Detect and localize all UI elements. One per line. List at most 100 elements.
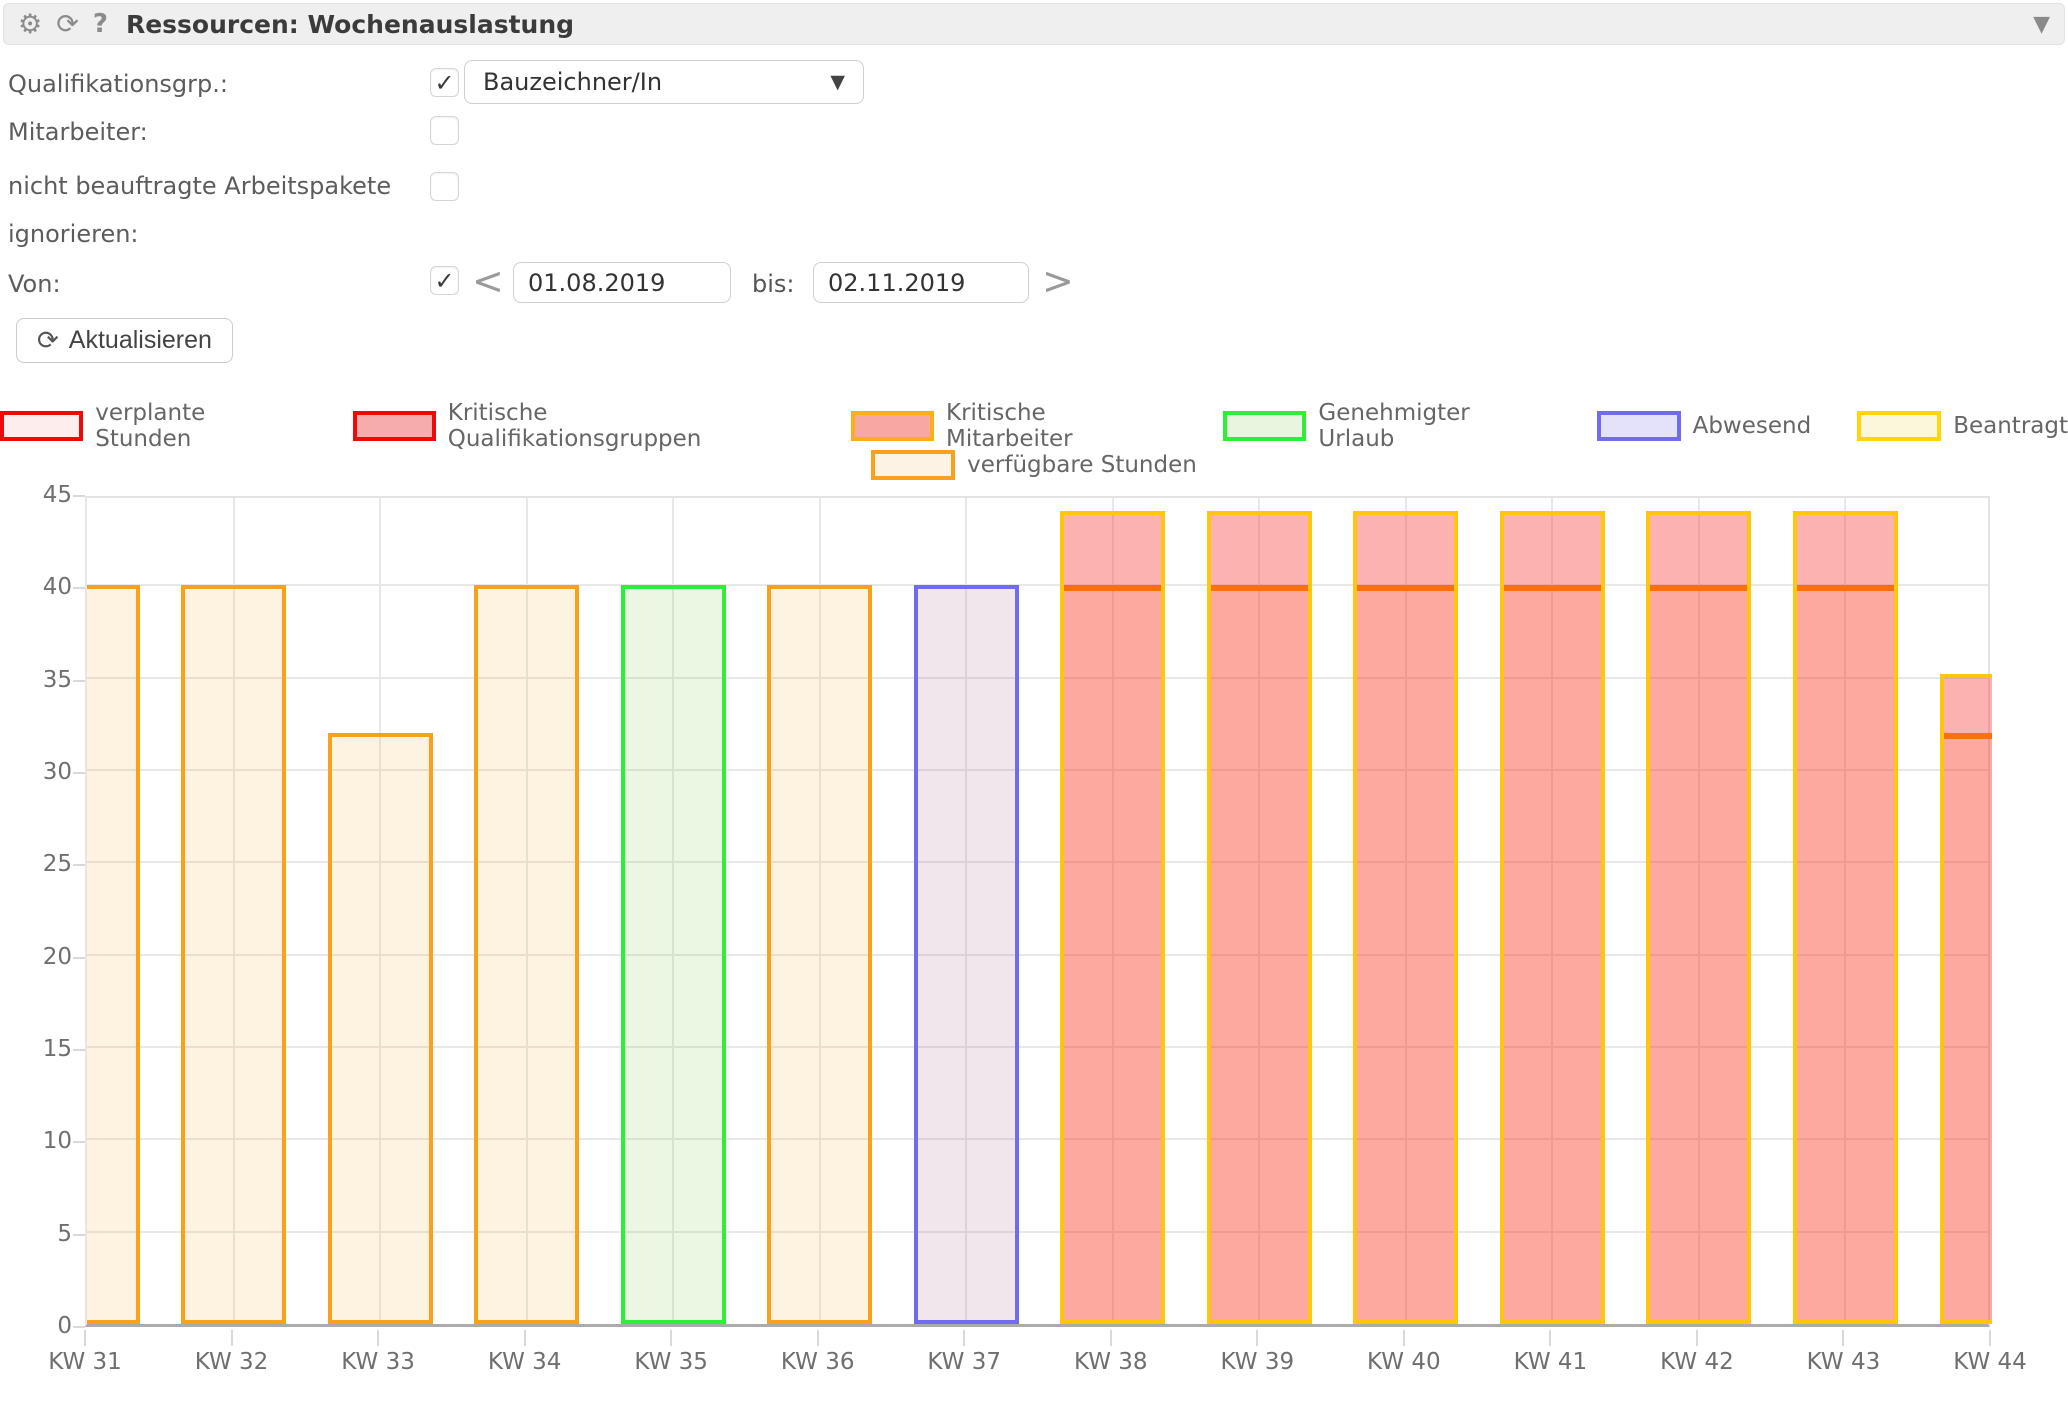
y-axis-tick-label: 25	[2, 851, 72, 877]
to-date-value: 02.11.2019	[828, 269, 965, 297]
legend-item: Genehmigter Urlaub	[1223, 400, 1550, 452]
bar-segment-overbooked	[1357, 515, 1454, 585]
x-axis-tick	[1403, 1330, 1405, 1346]
x-axis-tick	[1989, 1330, 1991, 1346]
packages-label-line1: nicht beauftragte Arbeitspakete	[8, 172, 391, 200]
bar-segment-overbooked	[1504, 515, 1601, 585]
weekly-utilization-chart: 051015202530354045KW 31KW 32KW 33KW 34KW…	[0, 496, 2068, 1402]
x-axis-tick	[1256, 1330, 1258, 1346]
bar-kw44	[1940, 674, 1993, 1324]
legend-item: Abwesend	[1597, 400, 1812, 452]
bar-kw40	[1353, 511, 1458, 1324]
legend-label: verfügbare Stunden	[967, 452, 1197, 478]
y-axis-tick	[73, 495, 85, 497]
daterange-checkbox[interactable]: ✓	[430, 266, 459, 295]
gear-icon[interactable]: ⚙	[18, 11, 42, 38]
x-axis-tick	[963, 1330, 965, 1346]
bar-segment-available	[1944, 733, 1993, 1320]
bar-kw38	[1060, 511, 1165, 1324]
to-date-input[interactable]: 02.11.2019	[813, 262, 1029, 303]
legend-item: Beantragt	[1857, 400, 2068, 452]
x-axis-tick	[1110, 1330, 1112, 1346]
bar-segment-available	[1211, 585, 1308, 1320]
from-label: Von:	[8, 270, 61, 298]
bar-segment-available	[1357, 585, 1454, 1320]
bar-kw41	[1500, 511, 1605, 1324]
legend-label: Genehmigter Urlaub	[1318, 400, 1550, 452]
y-axis-tick	[73, 864, 85, 866]
chevron-right-icon[interactable]: >	[1042, 262, 1074, 300]
x-axis-tick	[817, 1330, 819, 1346]
select-caret-icon: ▼	[830, 71, 845, 93]
legend-label: Beantragt	[1953, 413, 2068, 439]
y-axis-tick	[73, 1326, 85, 1328]
x-axis-tick-label: KW 34	[452, 1349, 598, 1375]
bar-kw34	[474, 585, 579, 1324]
from-date-input[interactable]: 01.08.2019	[513, 262, 731, 303]
bar-segment-available	[1650, 585, 1747, 1320]
x-axis-tick-label: KW 40	[1331, 1349, 1477, 1375]
legend-item: verplante Stunden	[0, 400, 307, 452]
legend-label: Kritische Mitarbeiter	[946, 400, 1177, 452]
x-axis-tick	[377, 1330, 379, 1346]
legend-label: Abwesend	[1693, 413, 1812, 439]
packages-checkbox[interactable]	[430, 172, 459, 201]
chevron-left-icon[interactable]: <	[472, 262, 504, 300]
y-axis-tick	[73, 957, 85, 959]
y-axis-tick-label: 15	[2, 1036, 72, 1062]
bar-segment-available	[1504, 585, 1601, 1320]
refresh-icon[interactable]: ⟳	[56, 11, 79, 38]
x-axis-tick	[231, 1330, 233, 1346]
x-axis-tick-label: KW 36	[745, 1349, 891, 1375]
legend-swatch	[0, 411, 83, 441]
x-axis-tick-label: KW 42	[1624, 1349, 1770, 1375]
qualification-checkbox[interactable]: ✓	[430, 68, 459, 97]
x-axis-tick-label: KW 37	[891, 1349, 1037, 1375]
x-axis-tick-label: KW 32	[159, 1349, 305, 1375]
refresh-button-label: Aktualisieren	[69, 326, 212, 355]
bar-kw36	[767, 585, 872, 1324]
x-axis-tick	[670, 1330, 672, 1346]
x-axis-tick	[1842, 1330, 1844, 1346]
from-date-value: 01.08.2019	[528, 269, 665, 297]
y-axis-tick-label: 30	[2, 759, 72, 785]
bar-segment-overbooked	[1944, 678, 1993, 733]
x-axis-tick-label: KW 39	[1184, 1349, 1330, 1375]
x-axis-tick	[84, 1330, 86, 1346]
bar-kw33	[328, 733, 433, 1324]
bar-segment-available	[1064, 585, 1161, 1320]
x-axis-tick-label: KW 41	[1477, 1349, 1623, 1375]
legend-item: Kritische Qualifikationsgruppen	[353, 400, 805, 452]
legend-swatch	[1223, 411, 1306, 441]
y-axis-tick-label: 35	[2, 667, 72, 693]
bar-segment-overbooked	[1650, 515, 1747, 585]
refresh-button[interactable]: ⟳ Aktualisieren	[16, 318, 233, 363]
chart-legend-row1: verplante Stunden Kritische Qualifikation…	[0, 400, 2068, 452]
bar-segment-available	[1797, 585, 1894, 1320]
y-axis-tick	[73, 680, 85, 682]
legend-item: Kritische Mitarbeiter	[851, 400, 1177, 452]
x-axis-tick-label: KW 31	[12, 1349, 158, 1375]
qualification-select[interactable]: Bauzeichner/In ▼	[464, 60, 864, 104]
employee-label: Mitarbeiter:	[8, 118, 148, 146]
x-axis-tick	[524, 1330, 526, 1346]
x-axis-tick-label: KW 35	[598, 1349, 744, 1375]
y-axis-tick-label: 20	[2, 944, 72, 970]
help-icon[interactable]: ?	[93, 11, 108, 37]
legend-swatch	[851, 411, 934, 441]
panel-titlebar: ⚙ ⟳ ? Ressourcen: Wochenauslastung ▼	[3, 3, 2065, 45]
y-axis-tick	[73, 1049, 85, 1051]
refresh-icon: ⟳	[37, 325, 59, 356]
collapse-caret-icon[interactable]: ▼	[2033, 12, 2050, 37]
legend-swatch	[871, 450, 955, 480]
y-axis-tick-label: 5	[2, 1221, 72, 1247]
x-axis-tick-label: KW 44	[1917, 1349, 2063, 1375]
check-icon: ✓	[434, 267, 454, 295]
bar-kw37	[914, 585, 1019, 1324]
employee-checkbox[interactable]	[430, 116, 459, 145]
legend-label: verplante Stunden	[95, 400, 306, 452]
chart-legend-row2: verfügbare Stunden	[0, 450, 2068, 480]
y-axis-tick	[73, 1141, 85, 1143]
y-axis-tick	[73, 587, 85, 589]
panel-title: Ressourcen: Wochenauslastung	[126, 10, 574, 39]
